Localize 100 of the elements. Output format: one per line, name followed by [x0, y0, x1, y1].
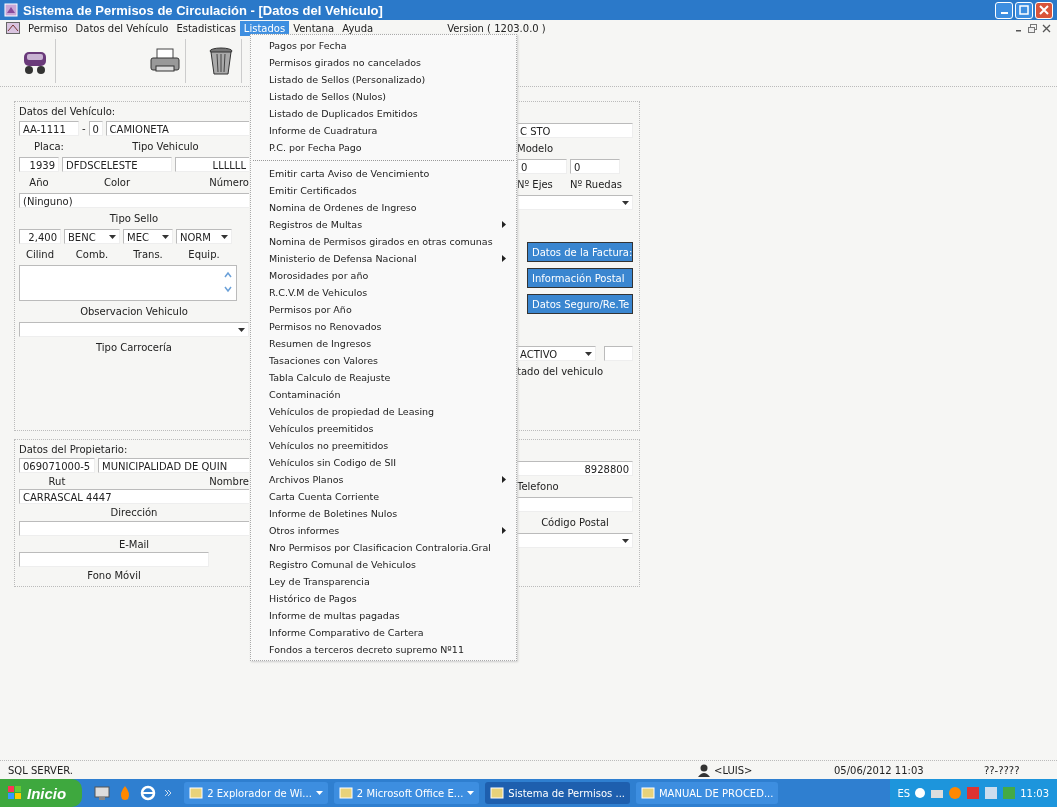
menu-item[interactable]: Otros informes [251, 522, 516, 539]
field-label: Comb. [74, 249, 110, 260]
menu-item[interactable]: Registros de Multas [251, 216, 516, 233]
menu-item[interactable]: Contaminación [251, 386, 516, 403]
datetime-text: 05/06/2012 11:03 [834, 764, 925, 776]
body-type-select[interactable] [19, 322, 249, 337]
tray-icon[interactable] [914, 786, 927, 800]
menu-item[interactable]: Ministerio de Defensa Nacional [251, 250, 516, 267]
scroll-arrows-icon [224, 271, 232, 293]
menu-item[interactable]: Listado de Duplicados Emitidos [251, 105, 516, 122]
input-field[interactable] [517, 497, 633, 512]
wheels-field[interactable]: 0 [570, 159, 620, 174]
email-field[interactable] [19, 520, 249, 536]
mobile-field[interactable] [19, 552, 209, 568]
menu-item[interactable]: Carta Cuenta Corriente [251, 488, 516, 505]
menu-item[interactable]: Permisos por Año [251, 301, 516, 318]
desktop-icon[interactable] [94, 785, 111, 801]
field-label: Equip. [187, 249, 221, 260]
cylinder-field[interactable]: 2,400 [19, 229, 61, 244]
window-icon [641, 786, 655, 800]
field-label: Nº Ruedas [570, 179, 620, 190]
menu-item[interactable]: Ventana [289, 20, 339, 36]
menu-item[interactable]: Datos del Vehículo [71, 20, 173, 36]
menu-item[interactable]: Archivos Planos [251, 471, 516, 488]
menu-item[interactable]: R.C.V.M de Vehiculos [251, 284, 516, 301]
status-select[interactable]: ACTIVO [517, 346, 596, 361]
field-label: E-Mail [117, 538, 151, 550]
menu-item[interactable]: Histórico de Pagos [251, 590, 516, 607]
menu-item[interactable]: Vehículos de propiedad de Leasing [251, 403, 516, 420]
dropdown-field[interactable] [517, 195, 633, 210]
menu-item[interactable]: Estadisticas [172, 20, 240, 36]
menu-item[interactable]: Ayuda [338, 20, 378, 36]
field-label: tado del vehiculo [517, 366, 604, 377]
number-field[interactable]: LLLLLL [175, 157, 249, 172]
menu-item[interactable]: Nro Permisos por Clasificacion Contraloria.Gral [251, 539, 516, 556]
menu-item[interactable]: Permiso [24, 20, 72, 36]
close-icon[interactable] [1042, 23, 1051, 33]
check-digit-field[interactable]: 0 [88, 121, 103, 136]
browser-icon[interactable] [140, 785, 157, 801]
menu-item[interactable]: Listado de Sellos (Personalizado) [251, 71, 516, 88]
menu-item[interactable]: Fondos a terceros decreto supremo Nº11 [251, 641, 516, 658]
tab-button[interactable]: Datos Seguro/Re.Te [527, 294, 633, 314]
tab-button[interactable]: Datos de la Factura: [527, 242, 633, 262]
menu-item[interactable]: Emitir Certificados [251, 182, 516, 199]
rut-field[interactable]: 069071000-5 [19, 457, 95, 473]
menu-item[interactable]: Pagos por Fecha [251, 37, 516, 54]
menu-item[interactable]: Emitir carta Aviso de Vencimiento [251, 165, 516, 182]
menu-item[interactable]: Permisos no Renovados [251, 318, 516, 335]
menu-item[interactable]: Vehículos sin Codigo de SII [251, 454, 516, 471]
year-field[interactable]: 1939 [19, 157, 59, 172]
caret-icon [162, 235, 169, 239]
menu-item[interactable]: Vehículos preemitidos [251, 420, 516, 437]
small-field[interactable] [603, 346, 633, 361]
close-button[interactable] [1035, 1, 1053, 19]
menu-item[interactable]: Permisos girados no cancelados [251, 54, 516, 71]
address-field[interactable]: CARRASCAL 4447 [19, 489, 249, 505]
menu-item[interactable]: Resumen de Ingresos [251, 335, 516, 352]
phone-field[interactable]: 8928800 [517, 461, 633, 476]
menu-item[interactable]: Ley de Transparencia [251, 573, 516, 590]
menu-item[interactable]: Morosidades por año [251, 267, 516, 284]
menu-item[interactable]: Tasaciones con Valores [251, 352, 516, 369]
equipment-select[interactable]: NORM [176, 229, 232, 244]
field-label: Modelo [517, 143, 554, 154]
owner-name-field[interactable]: MUNICIPALIDAD DE QUIN [98, 457, 249, 473]
taskbar-button[interactable]: Sistema de Permisos ... [485, 782, 630, 804]
tray-icon[interactable] [966, 786, 981, 800]
caret-icon [221, 235, 228, 239]
menu-item[interactable]: Tabla Calculo de Reajuste [251, 369, 516, 386]
restore-icon[interactable] [1028, 23, 1037, 33]
brand-field[interactable]: C STO [517, 123, 633, 138]
menu-item[interactable]: Listado de Sellos (Nulos) [251, 88, 516, 105]
tray-icon[interactable] [984, 786, 999, 800]
field-label: Trans. [132, 249, 164, 260]
maximize-button[interactable] [1015, 1, 1033, 19]
menu-item[interactable]: Vehículos no preemitidos [251, 437, 516, 454]
axles-field[interactable]: 0 [517, 159, 567, 174]
tray-icon[interactable] [948, 786, 963, 800]
menu-item[interactable]: Registro Comunal de Vehiculos [251, 556, 516, 573]
caret-icon [584, 352, 592, 356]
fuel-select[interactable]: BENC [64, 229, 120, 244]
field-label: Observacion Vehiculo [79, 306, 189, 317]
menu-item[interactable]: Informe de Boletines Nulos [251, 505, 516, 522]
minimize-button[interactable] [995, 1, 1013, 19]
seal-type-select[interactable]: (Ninguno) [19, 193, 249, 208]
field-label: Nº Ejes [517, 179, 554, 190]
tab-button[interactable]: Información Postal [527, 268, 633, 288]
postal-code-select[interactable] [517, 533, 633, 548]
menu-item[interactable]: Informe Comparativo de Cartera [251, 624, 516, 641]
chevron-icon[interactable] [164, 789, 173, 797]
vehicle-type-field[interactable]: CAMIONETA [105, 121, 249, 136]
menu-item[interactable]: Informe de Cuadratura [251, 122, 516, 139]
menu-item[interactable]: Nomina de Permisos girados en otras comunas [251, 233, 516, 250]
panel-title: Datos del Propietario: [19, 443, 129, 457]
menu-item[interactable]: Nomina de Ordenes de Ingreso [251, 199, 516, 216]
observation-field[interactable] [19, 265, 237, 301]
paint-field[interactable]: DFDSCELESTE [62, 157, 172, 172]
plate-field[interactable]: AA-1111 [19, 121, 79, 136]
transmission-select[interactable]: MEC [123, 229, 173, 244]
menu-item[interactable]: P.C. por Fecha Pago [251, 139, 516, 156]
menu-item[interactable]: Informe de multas pagadas [251, 607, 516, 624]
